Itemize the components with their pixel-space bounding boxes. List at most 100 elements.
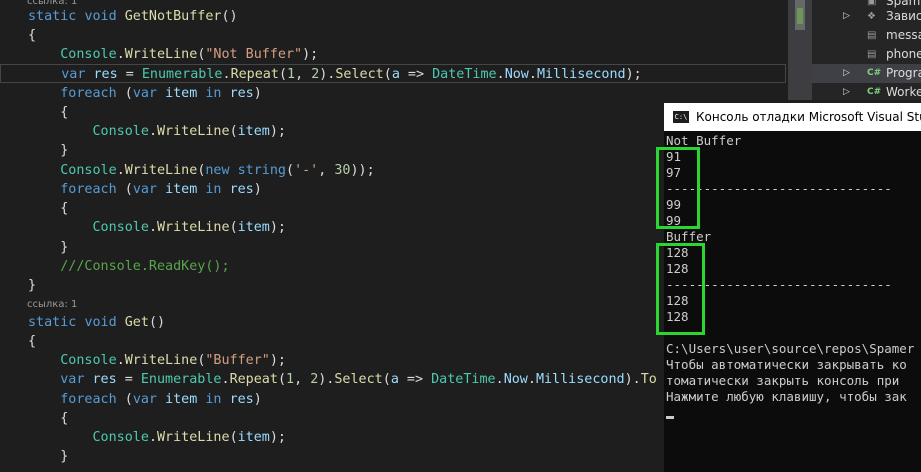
code-line[interactable]: Console.WriteLine(item); <box>28 428 287 447</box>
code-line[interactable]: static void Get() <box>28 313 165 332</box>
dependencies-icon: ❖ <box>867 11 876 22</box>
code-token: item <box>165 392 206 407</box>
code-token: in <box>205 182 230 197</box>
code-token: a <box>390 372 399 387</box>
code-token: Select <box>335 67 384 82</box>
code-line[interactable]: } <box>28 141 68 160</box>
code-token: Millisecond <box>536 67 626 82</box>
code-token: res <box>93 67 118 82</box>
code-token: , <box>295 67 312 82</box>
code-token: var <box>132 392 166 407</box>
tree-item-messages[interactable]: ▤ messages.txt <box>812 26 921 45</box>
code-token: void <box>84 315 125 330</box>
editor-scrollbar[interactable] <box>788 0 812 100</box>
highlight-box-buffer-values <box>656 243 705 335</box>
code-line[interactable]: Console.WriteLine("Not Buffer"); <box>28 45 318 64</box>
code-token: 1 <box>287 67 296 82</box>
code-token: } <box>28 449 69 464</box>
code-token: ); <box>302 47 319 62</box>
code-token: ( <box>124 86 133 101</box>
code-line[interactable]: Console.WriteLine(item); <box>28 218 287 237</box>
code-line[interactable]: } <box>28 276 36 295</box>
code-token: . <box>221 372 230 387</box>
code-token: . <box>116 353 125 368</box>
code-token: . <box>527 372 536 387</box>
code-token: Repeat <box>230 67 279 82</box>
code-line[interactable]: { <box>28 26 36 45</box>
code-token: foreach <box>60 86 125 101</box>
code-token: Console <box>60 47 117 62</box>
code-token: () <box>221 9 238 24</box>
code-token: ( <box>229 220 238 235</box>
console-app-icon: C:\ <box>673 111 689 123</box>
code-token: { <box>28 334 37 349</box>
code-line[interactable]: foreach (var item in res) <box>28 390 262 409</box>
code-token: ); <box>625 67 642 82</box>
code-token: . <box>496 67 505 82</box>
code-token: "Buffer" <box>205 353 270 368</box>
code-token: item <box>237 220 270 235</box>
code-token: "Not Buffer" <box>205 47 303 62</box>
code-token: ) <box>253 86 262 101</box>
console-output-line: Нажмите любую клавишу, чтобы зак <box>666 389 907 404</box>
code-token: . <box>495 372 504 387</box>
code-token: )); <box>350 163 375 178</box>
tree-item-worker[interactable]: ▷ C# Worker.cs <box>812 83 921 102</box>
code-token: string <box>237 163 286 178</box>
code-line[interactable]: foreach (var item in res) <box>28 180 262 199</box>
code-token: Console <box>60 163 117 178</box>
code-editor[interactable]: ссылка: 1 ссылка: 1 static void GetNotBu… <box>0 0 921 472</box>
code-token: ( <box>383 67 392 82</box>
code-token: ( <box>277 372 286 387</box>
code-token: Now <box>504 67 529 82</box>
code-token: WriteLine <box>124 163 198 178</box>
code-line[interactable]: { <box>28 332 36 351</box>
code-token: = <box>117 67 142 82</box>
code-line[interactable]: } <box>28 238 68 257</box>
code-token: = <box>116 372 141 387</box>
console-title-bar[interactable]: C:\ Консоль отладки Microsoft Visual Stu… <box>664 103 921 131</box>
expand-arrow-icon[interactable]: ▷ <box>843 83 850 102</box>
code-line[interactable]: foreach (var item in res) <box>28 84 262 103</box>
csharp-file-icon: C# <box>867 87 882 97</box>
tree-item-dependencies[interactable]: ▷ ❖ Зависимости <box>812 7 921 26</box>
code-token: Enumerable <box>141 67 223 82</box>
code-line[interactable]: { <box>28 199 68 218</box>
code-line[interactable]: ///Console.ReadKey(); <box>28 257 229 276</box>
code-token: ( <box>229 430 238 445</box>
tree-item-phones[interactable]: ▤ phones.txt <box>812 45 921 64</box>
code-line[interactable]: var res = Enumerable.Repeat(1, 2).Select… <box>0 64 786 83</box>
console-output-line: томатически закрыть консоль при <box>666 373 900 388</box>
code-line[interactable]: Console.WriteLine(new string('-', 30)); <box>28 161 375 180</box>
code-token: ). <box>318 372 335 387</box>
code-token: , <box>318 163 335 178</box>
code-line[interactable]: Console.WriteLine("Buffer"); <box>28 351 286 370</box>
code-line[interactable]: static void GetNotBuffer() <box>28 7 238 26</box>
code-token: ); <box>269 353 286 368</box>
code-line[interactable]: } <box>28 447 68 466</box>
code-token: { <box>28 201 69 216</box>
code-token: foreach <box>60 392 125 407</box>
code-token: 1 <box>286 372 295 387</box>
tree-item-program[interactable]: ▷ C# Program.cs <box>812 64 921 83</box>
code-token: item <box>165 182 206 197</box>
expand-arrow-icon[interactable]: ▷ <box>843 7 850 26</box>
expand-arrow-icon[interactable]: ▷ <box>843 64 850 83</box>
code-token: res <box>92 372 117 387</box>
code-token: ( <box>229 124 238 139</box>
code-token: ); <box>269 220 286 235</box>
code-line[interactable]: { <box>28 103 68 122</box>
code-line[interactable]: { <box>28 409 68 428</box>
code-line[interactable]: Console.WriteLine(item); <box>28 122 287 141</box>
code-line[interactable]: var res = Enumerable.Repeat(1, 2).Select… <box>28 370 657 389</box>
codelens-references[interactable]: ссылка: 1 <box>27 299 77 311</box>
code-token: . <box>222 67 231 82</box>
console-output-line: Чтобы автоматически закрывать ко <box>666 357 907 372</box>
code-token: ); <box>269 124 286 139</box>
code-token: GetNotBuffer <box>124 9 222 24</box>
code-token: . <box>116 163 125 178</box>
